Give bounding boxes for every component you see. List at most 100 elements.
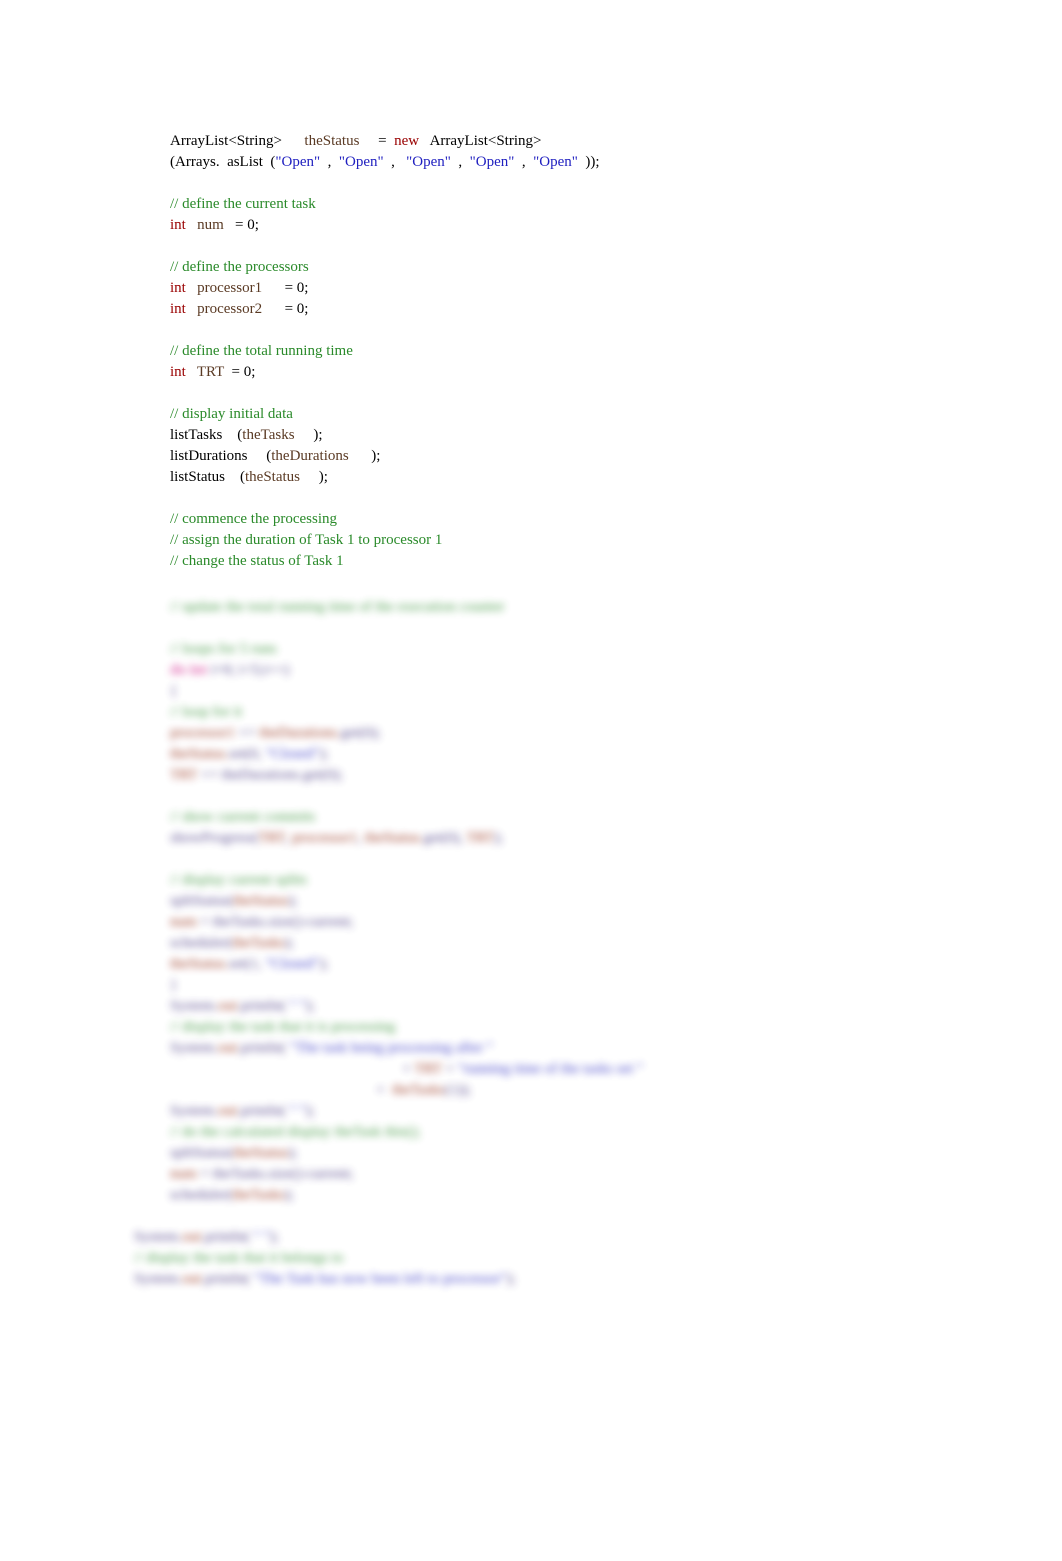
blurred-text: theTasks xyxy=(232,1187,284,1203)
identifier: processor2 xyxy=(186,301,262,317)
blurred-text: += xyxy=(239,725,260,741)
code-block: ArrayList<String> theStatus = new ArrayL… xyxy=(170,110,1062,593)
blurred-text: { xyxy=(170,683,177,699)
blurred-text: i=0; i<5;i++) xyxy=(207,662,289,678)
blurred-text: get(0); xyxy=(341,725,381,741)
blurred-text: "Closed" xyxy=(265,746,319,762)
blurred-text: size() xyxy=(269,1166,302,1182)
blurred-text: TRT xyxy=(414,1061,441,1077)
blurred-text: System. xyxy=(134,1271,182,1287)
blurred-text: theStatus xyxy=(233,893,288,909)
blurred-text: out xyxy=(218,1103,237,1119)
keyword-int: int xyxy=(170,280,186,296)
string-literal: "Open" xyxy=(339,154,384,170)
code-text: ); xyxy=(349,448,381,464)
blurred-text: scheduler( xyxy=(170,935,232,951)
blurred-code-region: // update the total running time of the … xyxy=(170,597,1062,1290)
blurred-text: ); xyxy=(319,956,328,972)
identifier: theStatus xyxy=(245,469,300,485)
blurred-text: -current; xyxy=(302,914,354,930)
blurred-text: out xyxy=(182,1229,201,1245)
code-text: = 0; xyxy=(224,364,255,380)
blurred-text: } xyxy=(170,977,177,993)
blurred-text: // display current splits xyxy=(170,872,307,888)
string-literal: "Open" xyxy=(406,154,451,170)
blurred-text: spltStatus( xyxy=(170,893,233,909)
comment: // define the current task xyxy=(170,196,316,212)
blurred-text: theTasks xyxy=(232,935,284,951)
code-text: )); xyxy=(578,154,600,170)
comment: // display initial data xyxy=(170,406,293,422)
code-text: ArrayList<String> xyxy=(170,133,304,149)
code-text: = 0; xyxy=(262,280,308,296)
blurred-text: "The task being processing after " xyxy=(286,1040,493,1056)
code-text: listDurations ( xyxy=(170,448,271,464)
blurred-text: System. xyxy=(170,998,218,1014)
blurred-text: .println( xyxy=(201,1229,250,1245)
identifier: theDurations xyxy=(271,448,348,464)
blurred-text: do xyxy=(170,662,190,678)
string-literal: "Open" xyxy=(275,154,320,170)
blurred-text: .println( xyxy=(237,998,286,1014)
blurred-text: num xyxy=(170,914,197,930)
blurred-text: theStatus xyxy=(233,1145,288,1161)
blurred-text: ); xyxy=(288,893,297,909)
blurred-text: // loops for 5 runs xyxy=(170,641,277,657)
identifier: theTasks xyxy=(242,427,294,443)
blurred-text: 1 xyxy=(450,1082,458,1098)
blurred-text: ); xyxy=(494,830,503,846)
blurred-text: TRT xyxy=(170,767,201,783)
blurred-text: out xyxy=(218,998,237,1014)
blurred-text: TRT xyxy=(466,830,493,846)
blurred-text: + xyxy=(170,1061,414,1077)
keyword-int: int xyxy=(170,364,186,380)
code-text: , xyxy=(384,154,407,170)
identifier: processor1 xyxy=(186,280,262,296)
comment: // commence the processing xyxy=(170,511,337,527)
blurred-text: showProgress( xyxy=(170,830,258,846)
blurred-text: ); xyxy=(285,935,294,951)
blurred-text: )); xyxy=(457,1082,471,1098)
blurred-text: // do the calculated display theTask thi… xyxy=(170,1124,421,1140)
blurred-text: = theTasks. xyxy=(197,914,269,930)
comment: // change the status of Task 1 xyxy=(170,553,344,569)
blurred-text: out xyxy=(182,1271,201,1287)
blurred-text: // display the task that it is processin… xyxy=(170,1019,395,1035)
code-text: (Arrays. asList ( xyxy=(170,154,275,170)
comment: // define the total running time xyxy=(170,343,353,359)
keyword-int: int xyxy=(170,217,186,233)
blurred-text: // display the task that it belongs to xyxy=(134,1250,344,1266)
blurred-text: set( xyxy=(229,746,251,762)
blurred-text: spltStatus( xyxy=(170,1145,233,1161)
code-document: ArrayList<String> theStatus = new ArrayL… xyxy=(0,0,1062,1561)
blurred-text: num xyxy=(170,1166,197,1182)
blurred-text: "Closed" xyxy=(265,956,319,972)
blurred-text: ); xyxy=(507,1271,516,1287)
blurred-text: processor1 xyxy=(292,830,357,846)
blurred-text: , xyxy=(357,830,365,846)
code-text: , xyxy=(320,154,339,170)
blurred-text: .println( xyxy=(237,1040,286,1056)
blurred-text: scheduler( xyxy=(170,1187,232,1203)
string-literal: "Open" xyxy=(470,154,515,170)
blurred-text: theDurations. xyxy=(259,725,340,741)
identifier: theStatus xyxy=(304,133,359,149)
blurred-text: " " xyxy=(286,1103,306,1119)
blurred-text: // show current commits xyxy=(170,809,315,825)
identifier: TRT xyxy=(186,364,224,380)
keyword-int: int xyxy=(170,301,186,317)
blurred-text: ); xyxy=(306,998,315,1014)
blurred-text: int xyxy=(190,662,208,678)
blurred-text: // loop for it xyxy=(170,704,242,720)
blurred-text: "running time of the tasks set " xyxy=(458,1061,644,1077)
blurred-text: theStatus. xyxy=(170,746,229,762)
blurred-text: + xyxy=(170,1082,388,1098)
blurred-text: = theTasks. xyxy=(197,1166,269,1182)
code-text: = 0; xyxy=(262,301,308,317)
blurred-text: get(0) xyxy=(423,830,459,846)
blurred-text: size() xyxy=(269,914,302,930)
blurred-text: " " xyxy=(286,998,306,1014)
identifier: num xyxy=(186,217,224,233)
code-text: ); xyxy=(300,469,328,485)
blurred-text: + xyxy=(442,1061,458,1077)
